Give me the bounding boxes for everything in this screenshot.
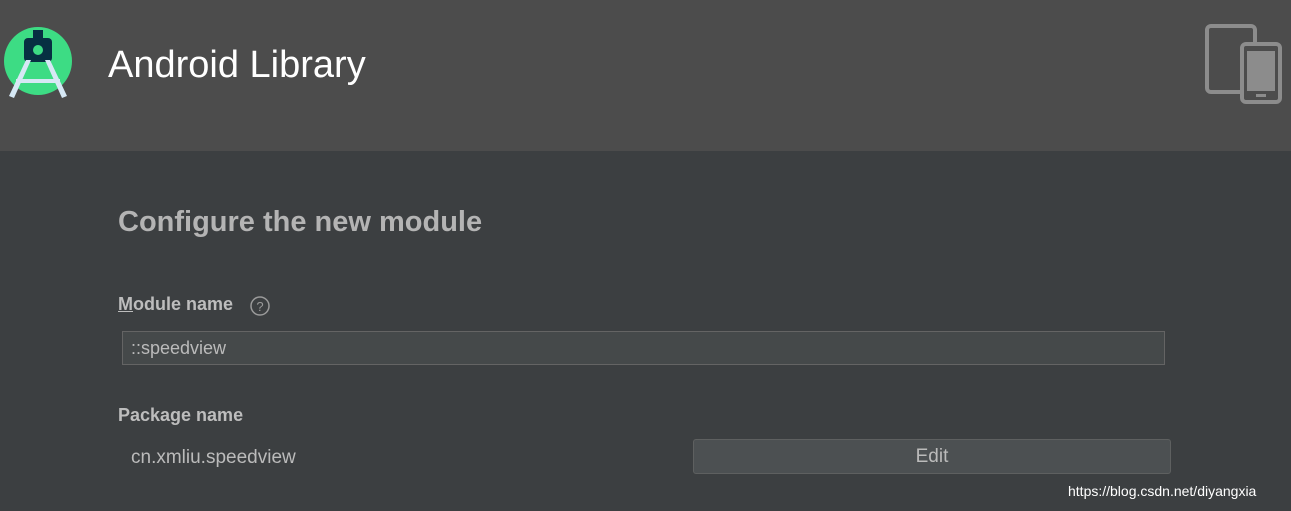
header-title: Android Library bbox=[108, 44, 366, 86]
package-name-label: Package name bbox=[118, 405, 244, 425]
edit-button[interactable]: Edit bbox=[693, 439, 1171, 474]
devices-icon bbox=[1205, 24, 1282, 104]
header-bar: Android Library bbox=[0, 0, 1291, 151]
package-name-value: cn.xmliu.speedview bbox=[131, 447, 296, 468]
page-title: Configure the new module bbox=[118, 206, 483, 238]
watermark: https://blog.csdn.net/diyangxia bbox=[1068, 483, 1257, 499]
content-area: Configure the new module Module name ? P… bbox=[0, 151, 1291, 511]
svg-text:?: ? bbox=[256, 299, 263, 314]
module-name-label: Module name bbox=[118, 294, 234, 314]
help-icon[interactable]: ? bbox=[250, 296, 270, 316]
module-name-input[interactable] bbox=[122, 331, 1165, 365]
android-studio-logo-icon bbox=[4, 27, 72, 98]
